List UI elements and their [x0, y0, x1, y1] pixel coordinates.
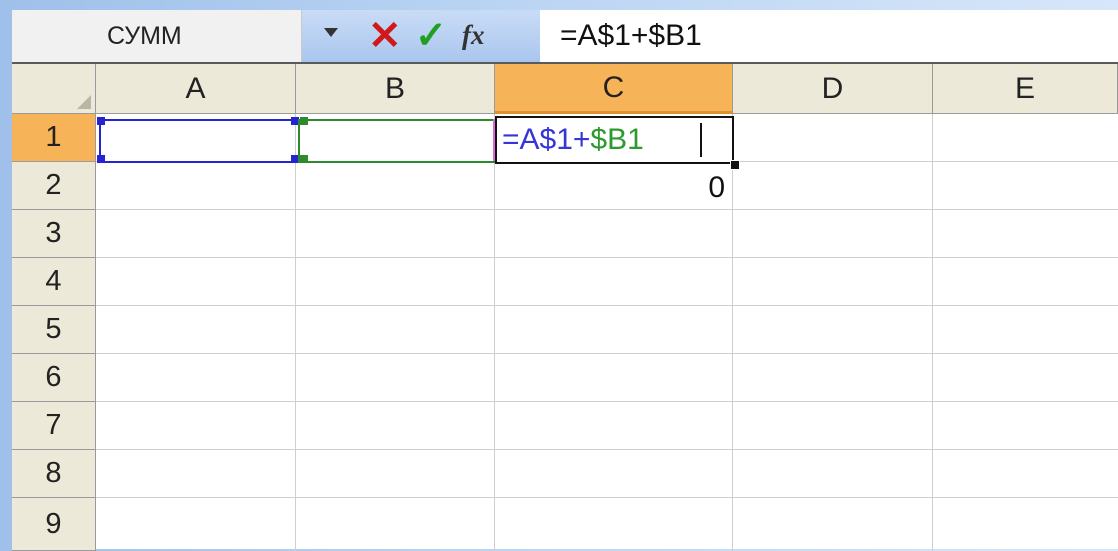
gridline: [96, 401, 1118, 402]
reference-range-b1[interactable]: [298, 119, 495, 163]
gridline: [96, 257, 1118, 258]
formula-input[interactable]: =A$1+$B1: [550, 10, 1118, 62]
column-header-e[interactable]: E: [933, 64, 1118, 114]
enter-icon[interactable]: ✓: [415, 16, 447, 56]
row-header-7[interactable]: 7: [12, 402, 96, 450]
gridline: [96, 305, 1118, 306]
column-header-a[interactable]: A: [96, 64, 296, 114]
formula-part-b-ref: $B1: [590, 123, 644, 156]
gridline: [96, 353, 1118, 354]
fill-handle[interactable]: [730, 160, 740, 170]
formula-bar: СУММ ✕ ✓ fx =A$1+$B1: [12, 10, 1118, 62]
range-handle[interactable]: [300, 155, 308, 163]
name-box-dropdown-icon[interactable]: [324, 28, 338, 37]
formula-buttons: ✕ ✓ fx: [302, 10, 540, 62]
column-header-d[interactable]: D: [733, 64, 933, 114]
range-handle[interactable]: [300, 117, 308, 125]
gridline: [295, 114, 296, 551]
gridline: [96, 497, 1118, 498]
row-header-2[interactable]: 2: [12, 162, 96, 210]
select-all-corner[interactable]: [12, 64, 96, 114]
column-header-b[interactable]: B: [296, 64, 495, 114]
column-header-c[interactable]: C: [495, 64, 733, 114]
row-header-3[interactable]: 3: [12, 210, 96, 258]
row-header-4[interactable]: 4: [12, 258, 96, 306]
cell-c2-value[interactable]: 0: [495, 164, 725, 212]
gridline: [732, 114, 733, 551]
cancel-icon[interactable]: ✕: [368, 16, 402, 56]
cell-edit-text[interactable]: =A$1+$B1: [502, 116, 644, 164]
formula-part-a-ref: =A$1+: [502, 123, 591, 156]
text-cursor: [700, 123, 702, 157]
range-handle[interactable]: [97, 117, 105, 125]
row-header-5[interactable]: 5: [12, 306, 96, 354]
gridline: [96, 449, 1118, 450]
row-header-8[interactable]: 8: [12, 450, 96, 498]
row-header-9[interactable]: 9: [12, 498, 96, 551]
worksheet-grid: A B C D E 1 2 3 4 5 6 7 8 9 =A$1+$B1 0: [12, 62, 1118, 551]
name-box[interactable]: СУММ: [12, 10, 302, 62]
reference-range-a1[interactable]: [99, 119, 300, 163]
gridline: [932, 114, 933, 551]
insert-function-icon[interactable]: fx: [462, 20, 485, 51]
row-header-6[interactable]: 6: [12, 354, 96, 402]
range-handle[interactable]: [97, 155, 105, 163]
row-header-1[interactable]: 1: [12, 114, 96, 162]
cell-edge-highlight: [493, 119, 495, 161]
